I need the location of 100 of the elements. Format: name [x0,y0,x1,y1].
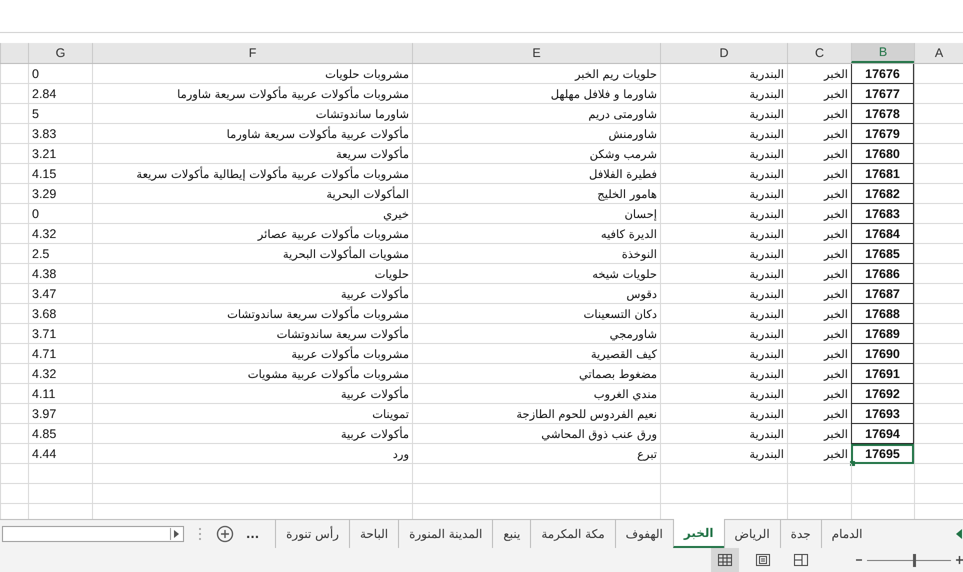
table-cell[interactable]: 17692 [851,384,914,404]
table-cell: مأكولات سريعة [92,144,412,164]
right-arrow-icon[interactable] [170,528,181,540]
empty-cell[interactable] [914,164,963,184]
table-cell[interactable]: 17679 [851,124,914,144]
empty-cell[interactable] [412,484,660,504]
empty-cell[interactable] [0,364,28,384]
add-sheet-icon[interactable] [216,525,234,543]
column-header[interactable]: F [92,43,412,63]
column-header[interactable]: B [851,43,914,63]
empty-cell[interactable] [787,464,851,484]
column-header[interactable]: D [660,43,787,63]
table-cell[interactable]: 17688 [851,304,914,324]
normal-view-button[interactable] [711,548,739,572]
empty-cell[interactable] [660,464,787,484]
empty-cell[interactable] [914,264,963,284]
empty-cell[interactable] [914,364,963,384]
empty-cell[interactable] [914,184,963,204]
empty-cell[interactable] [0,244,28,264]
sheet-tab[interactable]: الخبر [672,519,724,548]
empty-cell[interactable] [914,244,963,264]
zoom-in-icon[interactable] [955,555,963,565]
empty-cell[interactable] [0,424,28,444]
empty-cell[interactable] [914,304,963,324]
empty-cell[interactable] [914,124,963,144]
table-cell: شرمب وشكن [412,144,660,164]
table-cell: 4.38 [28,264,92,284]
empty-cell[interactable] [0,484,28,504]
empty-cell[interactable] [0,384,28,404]
empty-cell[interactable] [0,304,28,324]
column-header[interactable]: G [28,43,92,63]
empty-cell[interactable] [914,464,963,484]
empty-cell[interactable] [0,204,28,224]
empty-cell[interactable] [28,464,92,484]
empty-cell[interactable] [914,224,963,244]
empty-cell[interactable] [0,104,28,124]
empty-cell[interactable] [0,344,28,364]
table-cell[interactable]: 17689 [851,324,914,344]
empty-cell[interactable] [0,284,28,304]
empty-cell[interactable] [0,64,28,84]
empty-cell[interactable] [851,484,914,504]
empty-cell[interactable] [0,264,28,284]
empty-cell[interactable] [914,324,963,344]
empty-cell[interactable] [92,484,412,504]
table-cell[interactable]: 17685 [851,244,914,264]
table-cell: الخبر [787,204,851,224]
empty-cell[interactable] [914,64,963,84]
empty-cell[interactable] [914,144,963,164]
empty-cell[interactable] [0,324,28,344]
empty-cell[interactable] [787,484,851,504]
empty-cell[interactable] [0,124,28,144]
empty-cell[interactable] [412,464,660,484]
empty-cell[interactable] [92,464,412,484]
empty-cell[interactable] [914,484,963,504]
empty-cell[interactable] [0,224,28,244]
table-cell[interactable]: 17680 [851,144,914,164]
slider-thumb[interactable] [913,554,916,566]
empty-cell[interactable] [914,84,963,104]
empty-cell[interactable] [851,464,914,484]
table-cell: الخبر [787,124,851,144]
empty-cell[interactable] [0,144,28,164]
empty-cell[interactable] [914,384,963,404]
empty-cell[interactable] [0,164,28,184]
table-cell[interactable]: 17676 [851,64,914,84]
horizontal-scrollbar[interactable] [2,526,184,542]
table-cell[interactable]: 17693 [851,404,914,424]
table-cell: الخبر [787,104,851,124]
empty-cell[interactable] [914,104,963,124]
empty-cell[interactable] [0,444,28,464]
empty-cell[interactable] [914,444,963,464]
empty-cell[interactable] [660,484,787,504]
table-cell[interactable]: 17686 [851,264,914,284]
table-cell[interactable]: 17694 [851,424,914,444]
column-header[interactable]: E [412,43,660,63]
table-cell: البندرية [660,184,787,204]
table-cell[interactable]: 17691 [851,364,914,384]
empty-cell[interactable] [28,484,92,504]
table-cell[interactable]: 17687 [851,284,914,304]
empty-cell[interactable] [914,284,963,304]
left-arrow-icon[interactable] [956,529,962,539]
more-sheets-button[interactable]: ... [246,527,260,541]
table-cell[interactable]: 17683 [851,204,914,224]
column-header[interactable]: C [787,43,851,63]
empty-cell[interactable] [0,464,28,484]
table-cell[interactable]: 17677 [851,84,914,104]
table-cell[interactable]: 17690 [851,344,914,364]
empty-cell[interactable] [914,204,963,224]
table-cell[interactable]: 17678 [851,104,914,124]
empty-cell[interactable] [914,344,963,364]
empty-cell[interactable] [0,404,28,424]
empty-cell[interactable] [0,84,28,104]
table-cell[interactable]: 17681 [851,164,914,184]
empty-cell[interactable] [0,184,28,204]
table-cell: البندرية [660,164,787,184]
table-cell[interactable]: 17682 [851,184,914,204]
table-cell[interactable]: 17684 [851,224,914,244]
empty-cell[interactable] [914,424,963,444]
drag-handle-icon[interactable] [198,527,202,541]
table-cell[interactable]: 17695 [851,444,914,464]
empty-cell[interactable] [914,404,963,424]
